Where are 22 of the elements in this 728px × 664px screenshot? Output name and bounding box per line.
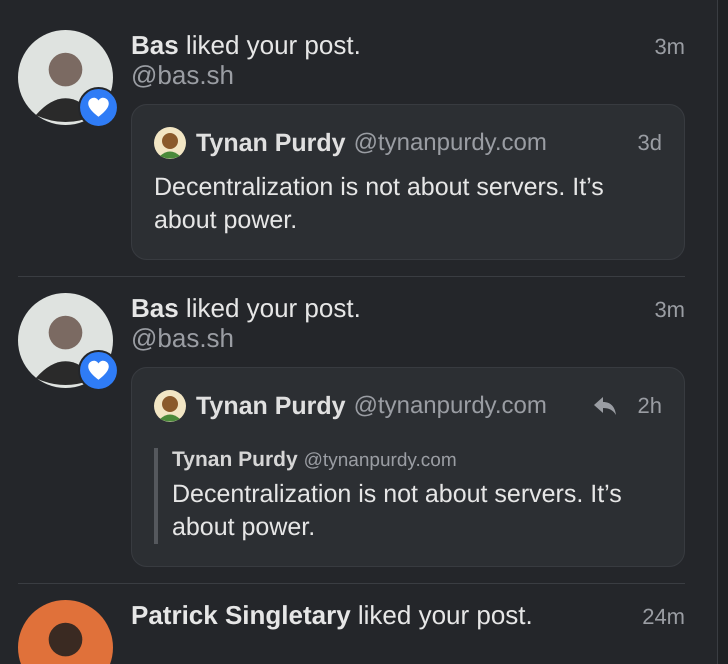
user-handle[interactable]: @bas.sh xyxy=(131,323,234,353)
avatar-icon xyxy=(154,390,186,422)
timestamp: 3m xyxy=(654,297,685,323)
author-handle[interactable]: @tynanpurdy.com xyxy=(354,392,547,420)
post-text: Decentralization is not about servers. It’s about power. xyxy=(172,479,623,543)
avatar-icon xyxy=(154,127,186,159)
notification-text: Patrick Singletary liked your post. xyxy=(131,600,533,630)
user-handle[interactable]: @bas.sh xyxy=(131,60,234,90)
timestamp: 2h xyxy=(638,393,662,419)
author-handle[interactable]: @tynanpurdy.com xyxy=(354,129,547,157)
author-name[interactable]: Tynan Purdy xyxy=(172,448,298,472)
post-text: Decentralization is not about servers. It’s about power. xyxy=(154,172,605,236)
timestamp: 3m xyxy=(654,34,685,60)
timestamp: 3d xyxy=(638,130,662,156)
timestamp: 24m xyxy=(642,604,685,630)
notification-text: Bas liked your post. xyxy=(131,293,361,323)
post-card[interactable]: Tynan Purdy @tynanpurdy.com 3d Decentralization is not about servers. It’s about power. xyxy=(131,104,685,260)
author-name[interactable]: Tynan Purdy xyxy=(196,392,346,420)
notification-text: Bas liked your post. xyxy=(131,30,361,60)
author-name[interactable]: Tynan Purdy xyxy=(196,128,346,158)
author-handle[interactable]: @tynanpurdy.com xyxy=(304,450,457,472)
post-card[interactable]: Tynan Purdy @tynanpurdy.com 2h Tynan Purdy @tynanpurdy.com Decentralization is not about servers. It’s about power. xyxy=(131,367,685,567)
